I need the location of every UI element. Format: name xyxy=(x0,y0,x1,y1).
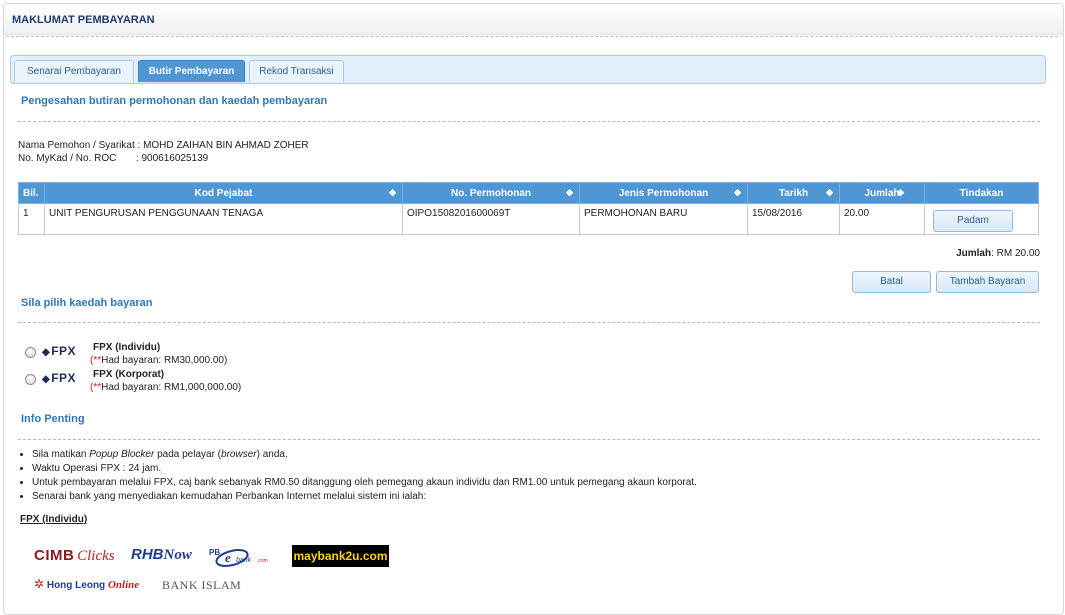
fpx-korporat-radio[interactable] xyxy=(25,374,36,385)
cell-kod-pejabat: UNIT PENGURUSAN PENGGUNAAN TENAGA xyxy=(44,203,403,235)
sort-icon[interactable]: ◆ xyxy=(826,187,833,198)
tab-rekod-transaksi[interactable]: Rekod Transaksi xyxy=(249,60,344,82)
hong-leong-emblem-icon: ✲ xyxy=(34,577,45,591)
bank-islam-logo: BANK ISLAM xyxy=(162,578,242,592)
col-header-tindakan: Tindakan xyxy=(924,182,1039,204)
total-value: : RM 20.00 xyxy=(991,248,1040,259)
applicant-label: Nama Pemohon / Syarikat : xyxy=(18,140,141,151)
svg-text:PB: PB xyxy=(209,548,220,557)
col-header-kod-pejabat[interactable]: Kod Pejabat ◆ xyxy=(44,182,403,204)
cell-jumlah: 20.00 xyxy=(839,203,925,235)
svg-text:.com: .com xyxy=(257,558,268,564)
sort-icon[interactable]: ◆ xyxy=(897,187,904,198)
cancel-button[interactable]: Batal xyxy=(852,271,931,293)
fpx-individu-label: FPX (Individu) xyxy=(93,342,161,353)
cell-tarikh: 15/08/2016 xyxy=(747,203,840,235)
total-label: Jumlah xyxy=(956,248,992,259)
applicant-value: MOHD ZAIHAN BIN AHMAD ZOHER xyxy=(143,140,309,151)
col-header-jumlah[interactable]: Jumlah ◆ xyxy=(839,182,925,204)
fpx-individu-heading: FPX (Individu) xyxy=(20,514,88,525)
col-header-no-permohonan[interactable]: No. Permohonan ◆ xyxy=(402,182,580,204)
list-item: Senarai bank yang menyediakan kemudahan … xyxy=(32,490,697,504)
col-header-bil[interactable]: Bil. xyxy=(18,182,45,204)
fpx-individu-note: (**Had bayaran: RM30,000.00) xyxy=(90,355,228,366)
tab-butir-pembayaran[interactable]: Butir Pembayaran xyxy=(138,60,245,82)
divider xyxy=(18,121,1040,122)
delete-button[interactable]: Padam xyxy=(933,210,1013,232)
divider xyxy=(6,36,1058,37)
maybank2u-logo: maybank2u.com xyxy=(292,545,389,567)
mykad-value: : 900616025139 xyxy=(135,153,209,164)
info-notes-list: Sila matikan Popup Blocker pada pelayar … xyxy=(18,448,697,504)
mykad-row: No. MyKad / No. ROC : 900616025139 xyxy=(18,153,208,164)
info-section-title: Info Penting xyxy=(21,413,85,425)
table-header-row: Bil. Kod Pejabat ◆ No. Permohonan ◆ Jenis … xyxy=(18,182,1039,204)
hong-leong-online-logo: ✲ Hong Leong Online xyxy=(34,577,140,591)
cell-no-permohonan: OIPO1508201600069T xyxy=(402,203,580,235)
fpx-diamond-icon: ◆ xyxy=(42,374,51,385)
cell-jenis-permohonan: PERMOHONAN BARU xyxy=(579,203,748,235)
fpx-korporat-note: (**Had bayaran: RM1,000,000.00) xyxy=(90,382,242,393)
page-title: MAKLUMAT PEMBAYARAN xyxy=(12,14,155,26)
list-item: Untuk pembayaran melalui FPX, caj bank s… xyxy=(32,476,697,490)
col-header-jenis-permohonan[interactable]: Jenis Permohonan ◆ xyxy=(579,182,748,204)
cimb-clicks-logo: CIMB Clicks xyxy=(34,547,115,564)
fpx-logo: ◆FPX xyxy=(42,371,77,385)
table-row: 1 UNIT PENGURUSAN PENGGUNAAN TENAGA OIPO… xyxy=(18,203,1039,235)
svg-text:bank: bank xyxy=(236,557,252,564)
col-header-tarikh[interactable]: Tarikh ◆ xyxy=(747,182,840,204)
divider xyxy=(18,322,1040,323)
list-item: Waktu Operasi FPX : 24 jam. xyxy=(32,462,697,476)
sort-icon[interactable]: ◆ xyxy=(389,187,396,198)
add-payment-button[interactable]: Tambah Bayaran xyxy=(936,271,1039,293)
panel-header: MAKLUMAT PEMBAYARAN xyxy=(4,4,1063,35)
rhb-now-logo: RHBNow xyxy=(131,546,192,563)
cell-bil: 1 xyxy=(18,203,45,235)
sort-icon[interactable]: ◆ xyxy=(566,187,573,198)
fpx-logo: ◆FPX xyxy=(42,344,77,358)
list-item: Sila matikan Popup Blocker pada pelayar … xyxy=(32,448,697,462)
application-table: Bil. Kod Pejabat ◆ No. Permohonan ◆ Jenis … xyxy=(18,182,1039,235)
fpx-diamond-icon: ◆ xyxy=(42,347,51,358)
confirm-section-title: Pengesahan butiran permohonan dan kaedah… xyxy=(21,95,328,107)
tab-bar: Senarai Pembayaran Butir Pembayaran Reko… xyxy=(10,55,1046,84)
payment-section-title: Sila pilih kaedah bayaran xyxy=(21,297,153,309)
fpx-individu-radio[interactable] xyxy=(25,347,36,358)
applicant-row: Nama Pemohon / Syarikat : MOHD ZAIHAN BI… xyxy=(18,140,309,151)
pb-ebank-logo: PB e bank .com xyxy=(208,546,273,568)
total-amount: Jumlah: RM 20.00 xyxy=(956,248,1040,259)
sort-icon[interactable]: ◆ xyxy=(734,187,741,198)
svg-text:e: e xyxy=(225,550,231,565)
tab-senarai-pembayaran[interactable]: Senarai Pembayaran xyxy=(14,60,134,82)
fpx-korporat-label: FPX (Korporat) xyxy=(93,369,165,380)
divider xyxy=(18,439,1040,440)
mykad-label: No. MyKad / No. ROC xyxy=(18,153,117,164)
